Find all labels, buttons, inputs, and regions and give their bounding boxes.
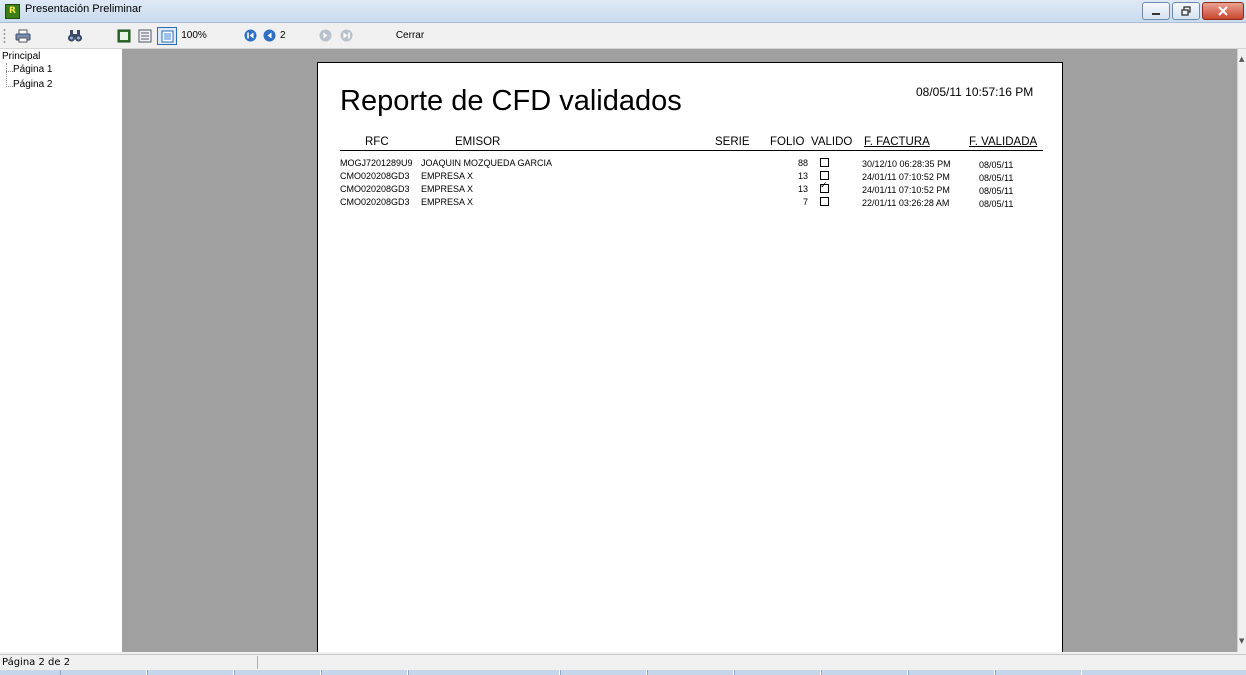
one-page-button[interactable] [116, 27, 132, 44]
row-rfc: CMO020208GD3 [340, 171, 410, 181]
minimize-button[interactable] [1142, 2, 1170, 20]
row-rfc: MOGJ7201289U9 [340, 158, 413, 168]
row-f-factura: 30/12/10 06:28:35 PM [862, 159, 951, 169]
tree-connector [6, 86, 13, 87]
row-emisor: JOAQUIN MOZQUEDA GARCIA [421, 158, 553, 168]
one-page-icon [117, 29, 131, 42]
toolbar-grip [2, 27, 6, 44]
valido-checkbox-checked [820, 181, 829, 193]
column-header-rfc: RFC [365, 136, 389, 148]
valido-checkbox [820, 158, 829, 167]
status-page-info: Página 2 de 2 [2, 656, 258, 669]
app-icon: R [5, 4, 20, 19]
valido-checkbox [820, 171, 829, 180]
preview-area[interactable]: Reporte de CFD validados 08/05/11 10:57:… [122, 49, 1237, 652]
minimize-icon [1152, 13, 1160, 15]
tree-item-pagina-2[interactable]: Página 2 [13, 79, 52, 90]
status-bar: Página 2 de 2 [0, 654, 1246, 675]
first-page-icon [244, 29, 256, 42]
prev-page-button[interactable] [262, 27, 276, 44]
first-page-button[interactable] [243, 27, 257, 44]
row-folio: 88 [797, 158, 808, 168]
row-f-validada: 08/05/11 [979, 199, 1014, 209]
report-printed-at: 08/05/11 10:57:16 PM [916, 85, 1034, 99]
find-icon [68, 29, 82, 41]
row-rfc: CMO020208GD3 [340, 184, 410, 194]
row-folio: 13 [797, 184, 808, 194]
row-f-validada: 08/05/11 [979, 173, 1014, 183]
page-tree: Principal Página 1 Página 2 [0, 49, 122, 652]
maximize-button[interactable] [1172, 2, 1200, 20]
toolbar: 100% 2 Cerrar [0, 23, 1246, 49]
close-icon [1218, 6, 1228, 16]
vertical-scrollbar[interactable]: ▲ ▼ [1237, 49, 1246, 652]
tree-item-pagina-1[interactable]: Página 1 [13, 64, 52, 75]
multi-page-icon [138, 29, 152, 42]
tree-connector [6, 71, 13, 72]
next-page-icon [319, 29, 331, 42]
zoom-level[interactable]: 100% [180, 27, 208, 44]
title-bar: R Presentación Preliminar [0, 0, 1246, 23]
report-title: Reporte de CFD validados [340, 85, 682, 117]
tree-connector [6, 63, 7, 87]
row-f-validada: 08/05/11 [979, 160, 1014, 170]
column-header-f-factura: F. FACTURA [864, 136, 930, 148]
row-emisor: EMPRESA X [421, 184, 474, 194]
taskbar-strip [0, 670, 1246, 675]
header-rule [340, 150, 1043, 151]
last-page-button[interactable] [339, 27, 353, 44]
row-folio: 7 [802, 197, 808, 207]
row-f-validada: 08/05/11 [979, 186, 1014, 196]
multi-page-button[interactable] [137, 27, 153, 44]
next-page-button[interactable] [318, 27, 332, 44]
row-f-factura: 24/01/11 07:10:52 PM [862, 185, 950, 195]
window-title: Presentación Preliminar [25, 3, 142, 15]
row-folio: 13 [797, 171, 808, 181]
valido-checkbox [820, 197, 829, 206]
column-header-valido: VALIDO [811, 136, 853, 148]
close-window-button[interactable] [1202, 2, 1244, 20]
scroll-down-icon[interactable]: ▼ [1239, 637, 1244, 645]
column-header-folio: FOLIO [770, 136, 805, 148]
close-preview-button[interactable]: Cerrar [394, 27, 426, 44]
row-f-factura: 22/01/11 03:26:28 AM [862, 198, 950, 208]
print-icon [15, 29, 31, 42]
page-width-icon [161, 30, 173, 42]
report-page: Reporte de CFD validados 08/05/11 10:57:… [317, 62, 1063, 652]
restore-icon [1181, 6, 1191, 16]
prev-page-icon [263, 29, 275, 42]
tree-root-principal[interactable]: Principal [2, 51, 40, 62]
scroll-up-icon[interactable]: ▲ [1239, 55, 1244, 63]
print-button[interactable] [14, 27, 32, 44]
row-emisor: EMPRESA X [421, 171, 474, 181]
column-header-serie: SERIE [715, 136, 750, 148]
row-f-factura: 24/01/11 07:10:52 PM [862, 172, 950, 182]
column-header-f-validada: F. VALIDADA [969, 136, 1038, 148]
row-rfc: CMO020208GD3 [340, 197, 410, 207]
page-number-input[interactable]: 2 [280, 27, 308, 44]
find-button[interactable] [66, 27, 84, 44]
row-emisor: EMPRESA X [421, 197, 474, 207]
column-header-emisor: EMISOR [455, 136, 501, 148]
page-width-button[interactable] [157, 27, 177, 45]
last-page-icon [340, 29, 352, 42]
